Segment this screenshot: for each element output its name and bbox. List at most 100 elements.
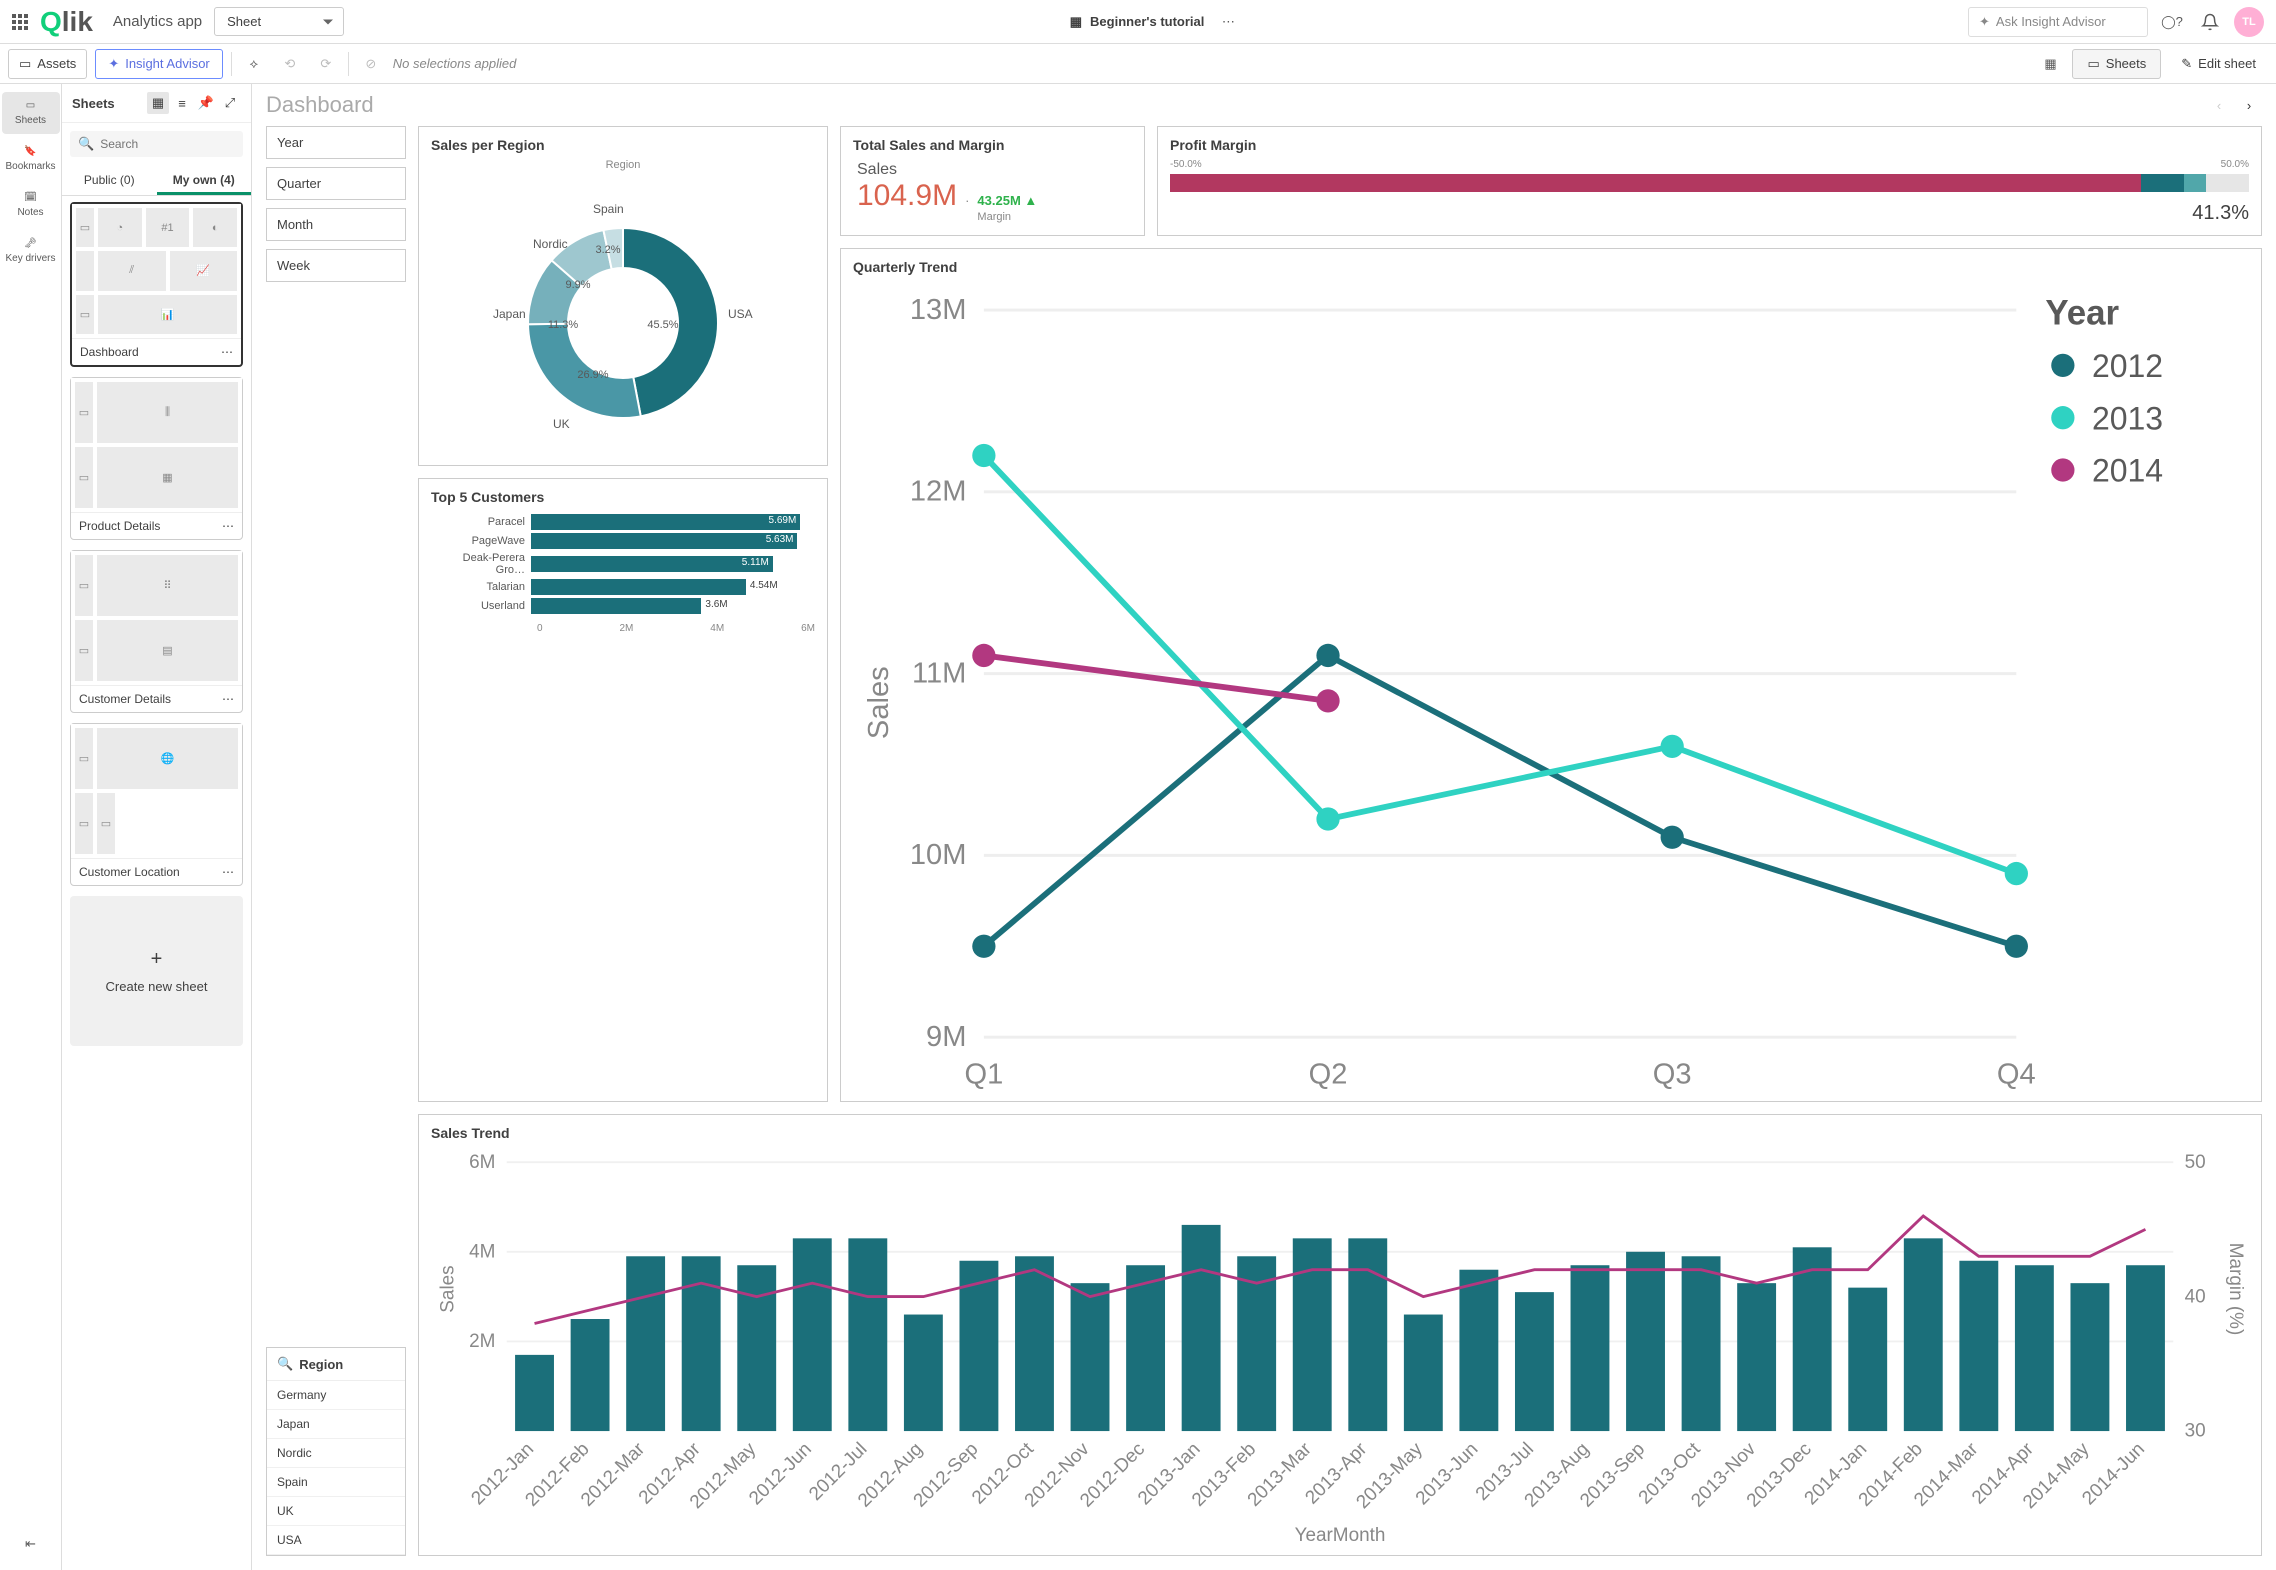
svg-text:YearMonth: YearMonth [1295,1525,1386,1545]
svg-text:UK: UK [553,417,570,431]
rail-sheets[interactable]: ▭Sheets [2,92,60,134]
grid-view-icon[interactable]: ▦ [147,92,169,114]
svg-text:2014: 2014 [2092,453,2163,489]
notes-icon: 🗓 [24,192,37,203]
svg-text:Year: Year [2045,294,2119,333]
sheet-card-customer-details[interactable]: ▭⠿▭▤ Customer Details⋯ [70,550,243,713]
sheet-card-label: Dashboard [80,345,139,359]
svg-text:30: 30 [2185,1421,2206,1442]
sheet-card-label: Product Details [79,519,160,533]
key-icon: 🗝 [24,238,37,249]
tutorial-icon: ▦ [1070,14,1082,30]
qlik-logo: Qlik [40,6,93,38]
svg-text:2013: 2013 [2092,400,2163,436]
filter-quarter[interactable]: Quarter [266,167,406,200]
more-icon[interactable]: ⋯ [222,692,234,706]
filter-year[interactable]: Year [266,126,406,159]
search-input[interactable]: 🔍 [70,131,243,157]
collapse-rail-icon[interactable]: ⇤ [17,1530,45,1558]
help-icon[interactable]: ◯? [2158,8,2186,36]
rail-bookmarks[interactable]: 🔖Bookmarks [2,138,60,180]
tab-public[interactable]: Public (0) [62,165,157,195]
rail-key-drivers[interactable]: 🗝Key drivers [2,230,60,272]
app-launcher-icon[interactable] [12,14,28,30]
clear-selections-icon: ⊘ [357,50,385,78]
kpi-total-sales[interactable]: Total Sales and Margin Sales 104.9M · 43… [840,126,1145,236]
sheet-card-customer-location[interactable]: ▭🌐▭▭ Customer Location⋯ [70,723,243,886]
app-name: Analytics app [113,13,202,30]
svg-text:Nordic: Nordic [533,237,568,251]
pencil-icon: ✎ [2181,56,2192,72]
more-icon[interactable]: ⋯ [222,865,234,879]
region-item[interactable]: USA [267,1526,405,1555]
svg-text:9M: 9M [926,1021,966,1053]
svg-text:2M: 2M [469,1331,495,1352]
svg-text:6M: 6M [469,1152,495,1173]
ask-insight-input[interactable]: ✦ Ask Insight Advisor [1968,7,2148,37]
more-icon[interactable]: ⋯ [222,519,234,533]
insight-advisor-button[interactable]: ✦ Insight Advisor [95,49,222,79]
region-item[interactable]: Spain [267,1468,405,1497]
assets-button[interactable]: ▭ Assets [8,49,87,79]
filter-region: 🔍Region Germany Japan Nordic Spain UK US… [266,1347,406,1556]
prev-sheet-button[interactable]: ‹ [2206,92,2232,118]
svg-text:Q2: Q2 [1309,1059,1348,1091]
svg-text:3.2%: 3.2% [595,244,620,256]
sparkle-icon: ✦ [1979,14,1990,30]
tutorial-title[interactable]: ▦ Beginner's tutorial [1070,14,1205,30]
region-item[interactable]: Nordic [267,1439,405,1468]
search-icon: 🔍 [78,136,94,152]
region-item[interactable]: Germany [267,1381,405,1410]
expand-icon[interactable]: ⤢ [219,92,241,114]
more-icon[interactable]: ⋯ [221,345,233,359]
create-new-sheet-button[interactable]: + Create new sheet [70,896,243,1046]
pin-icon[interactable]: 📌 [195,92,217,114]
chart-quarterly-trend[interactable]: Quarterly Trend 9M10M11M12M13MQ1Q2Q3Q4Sa… [840,248,2262,1102]
sheet-card-label: Customer Details [79,692,171,706]
svg-text:Margin (%): Margin (%) [2225,1243,2246,1336]
svg-text:40: 40 [2185,1287,2206,1308]
svg-text:26.9%: 26.9% [577,369,608,381]
sheets-icon: ▭ [26,100,35,111]
svg-text:USA: USA [728,307,753,321]
filter-week[interactable]: Week [266,249,406,282]
search-icon: 🔍 [277,1356,293,1372]
next-sheet-button[interactable]: › [2236,92,2262,118]
tab-my-own[interactable]: My own (4) [157,165,252,195]
avatar[interactable]: TL [2234,7,2264,37]
region-item[interactable]: Japan [267,1410,405,1439]
page-title: Dashboard [266,92,374,118]
left-rail: ▭Sheets 🔖Bookmarks 🗓Notes 🗝Key drivers ⇤ [0,84,62,1570]
svg-text:11.3%: 11.3% [548,319,579,331]
panel-icon: ▭ [19,56,31,72]
svg-text:Japan: Japan [493,307,526,321]
grid-icon[interactable]: ▦ [2036,50,2064,78]
sheet-card-product-details[interactable]: ▭⫼▭▦ Product Details⋯ [70,377,243,540]
chart-top5-customers[interactable]: Top 5 Customers Paracel5.69MPageWave5.63… [418,478,828,1102]
filter-month[interactable]: Month [266,208,406,241]
more-icon[interactable]: ⋯ [1214,8,1242,36]
svg-text:2012: 2012 [2092,348,2163,384]
sheet-dropdown[interactable]: Sheet [214,7,344,36]
svg-text:Q1: Q1 [964,1059,1003,1091]
sheet-card-label: Customer Location [79,865,180,879]
sheets-button[interactable]: ▭Sheets [2072,49,2161,79]
svg-text:Q3: Q3 [1653,1059,1692,1091]
selections-status: No selections applied [393,56,517,71]
edit-sheet-button[interactable]: ✎Edit sheet [2169,50,2268,78]
chart-sales-per-region[interactable]: Sales per Region Region USA45.5%UK26.9%J… [418,126,828,466]
kpi-profit-margin[interactable]: Profit Margin -50.0%50.0% 41.3% [1157,126,2262,236]
svg-text:9.9%: 9.9% [565,279,590,291]
rail-notes[interactable]: 🗓Notes [2,184,60,226]
svg-text:11M: 11M [912,657,966,689]
list-view-icon[interactable]: ≡ [171,92,193,114]
sheet-card-dashboard[interactable]: ▭◔#1◐ ⫽📈 ▭📊 Dashboard⋯ [70,202,243,367]
svg-text:Sales: Sales [438,1266,459,1313]
svg-text:Q4: Q4 [1997,1059,2036,1091]
smart-search-icon[interactable]: ⟡ [240,50,268,78]
region-item[interactable]: UK [267,1497,405,1526]
bell-icon[interactable] [2196,8,2224,36]
svg-text:10M: 10M [910,839,967,871]
chart-sales-trend[interactable]: Sales Trend 2M4M6M304050SalesMargin (%)2… [418,1114,2262,1556]
svg-text:Spain: Spain [593,202,624,216]
